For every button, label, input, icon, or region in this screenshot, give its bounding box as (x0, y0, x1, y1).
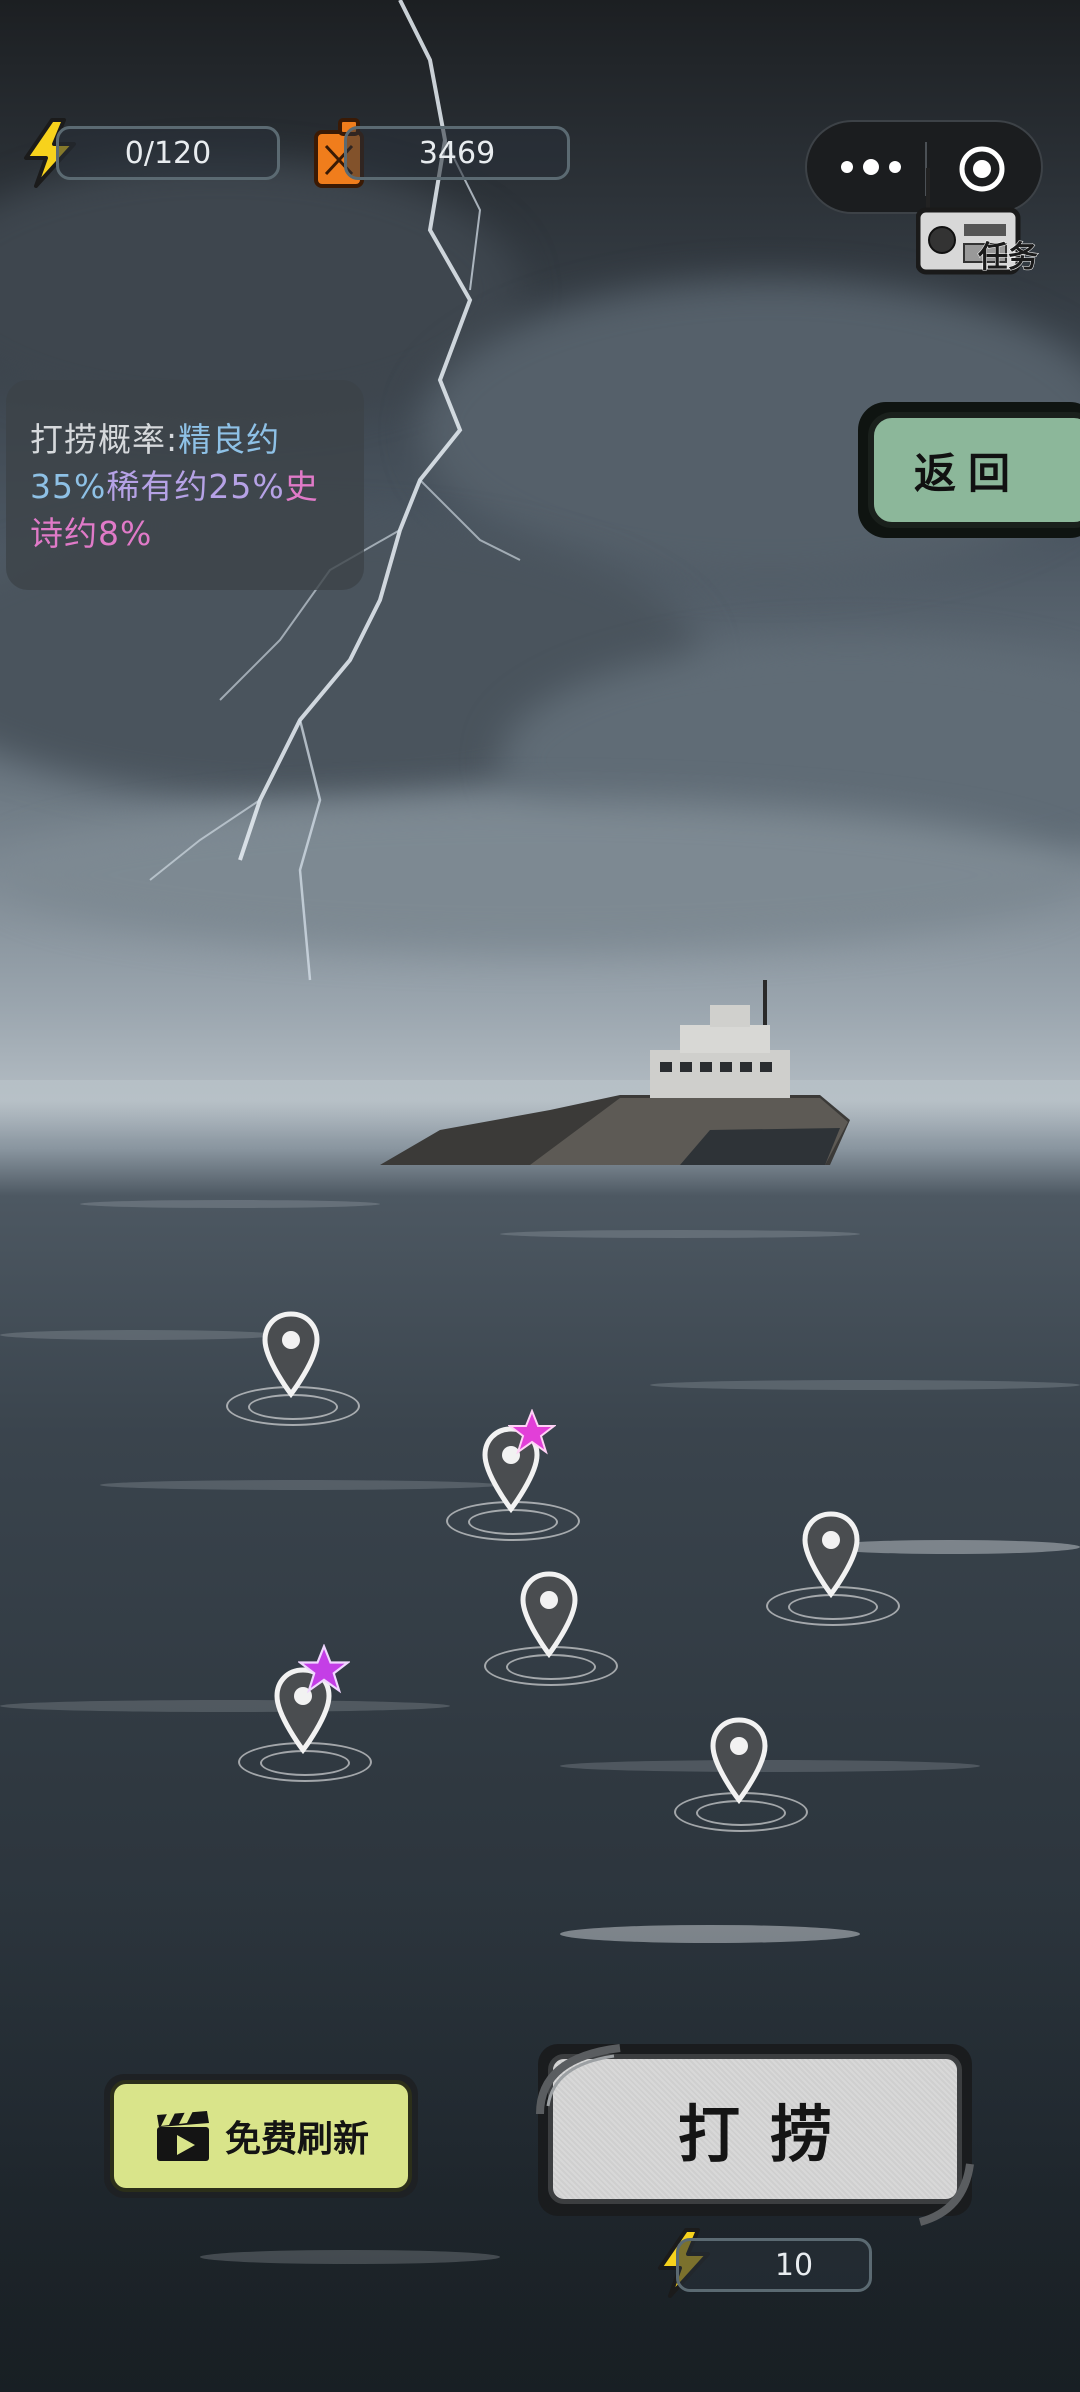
map-pin-icon (262, 1311, 320, 1398)
salvage-spot-marker-3[interactable] (766, 1510, 900, 1626)
star-icon (298, 1644, 350, 1694)
free-refresh-button[interactable]: 免费刷新 (104, 2074, 418, 2198)
energy-value: 0/120 (124, 135, 212, 171)
salvage-spot-marker-6[interactable] (674, 1716, 808, 1832)
salvage-spot-marker-2[interactable] (446, 1409, 580, 1541)
back-button[interactable]: 返回 (858, 402, 1080, 538)
free-refresh-label: 免费刷新 (224, 2119, 369, 2160)
rope-decoration-icon (536, 2044, 621, 2115)
energy-counter: 0/120 (56, 126, 280, 180)
star-icon (508, 1409, 556, 1455)
clapperboard-icon (156, 2111, 209, 2161)
salvage-spot-marker-1[interactable] (226, 1310, 360, 1426)
salvage-spot-marker-5[interactable] (238, 1644, 372, 1782)
probability-rare: 稀有约25% (106, 467, 285, 506)
salvage-cost: 10 (676, 2238, 872, 2292)
salvage-cost-value: 10 (774, 2247, 814, 2283)
salvage-button[interactable]: 打捞 (536, 2044, 974, 2226)
salvage-spot-marker-4[interactable] (484, 1570, 618, 1686)
more-dots-icon[interactable] (841, 152, 911, 182)
tasks-button[interactable]: 任务 (916, 160, 1052, 278)
tasks-label: 任务 (978, 240, 1039, 276)
salvage-probability-panel: 打捞概率:精良约35%稀有约25%史诗约8% (6, 380, 364, 590)
map-pin-icon (710, 1717, 768, 1804)
shipwreck-image (380, 980, 850, 1165)
map-pin-icon (802, 1511, 860, 1598)
salvage-button-label: 打捞 (677, 2098, 862, 2171)
back-button-label: 返回 (913, 448, 1022, 498)
map-pin-icon (520, 1571, 578, 1658)
fuel-value: 3469 (418, 135, 496, 171)
probability-prefix: 打捞概率: (30, 420, 179, 459)
fuel-counter: 3469 (344, 126, 570, 180)
rope-decoration-icon (918, 2163, 974, 2226)
